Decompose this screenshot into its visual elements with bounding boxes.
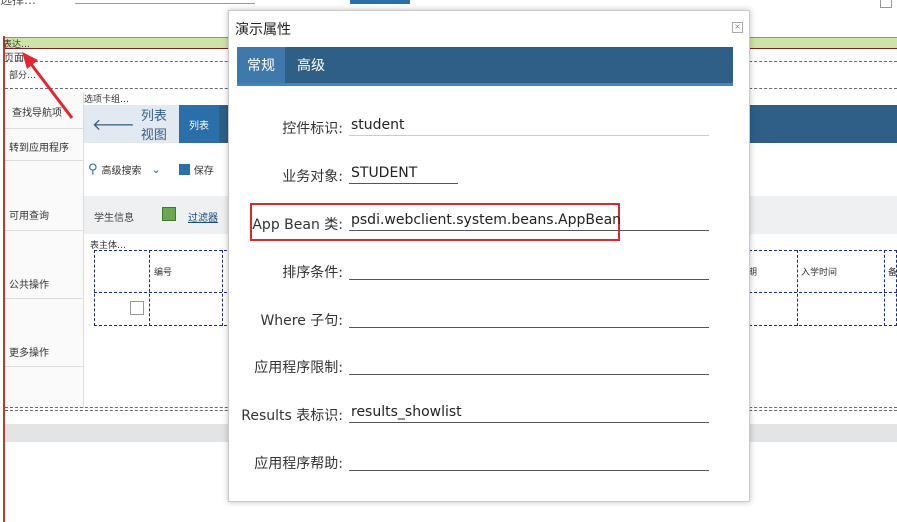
- top-partial-bar: 选择…: [0, 0, 897, 8]
- sidebar-item-label: 转到应用程序: [9, 143, 69, 154]
- save-query-icon[interactable]: [178, 164, 190, 175]
- top-checkbox[interactable]: [880, 0, 892, 8]
- tab-general-label: 常规: [247, 58, 275, 74]
- tab-advanced-label: 高级: [297, 58, 325, 74]
- table-title: 学生信息: [94, 213, 134, 224]
- sidebar-divider: [5, 366, 83, 367]
- control-id-field[interactable]: student: [349, 116, 709, 136]
- app-help-field[interactable]: [349, 451, 709, 471]
- sidebar-item-more-actions[interactable]: 更多操作: [9, 344, 87, 359]
- tab-list-view[interactable]: 🡐 列表视图: [84, 105, 179, 143]
- top-partial-label: 选择…: [0, 0, 37, 7]
- sidebar-divider: [5, 160, 83, 161]
- sidebar-divider: [5, 128, 83, 129]
- sidebar-item-go-to-app[interactable]: 转到应用程序: [9, 139, 87, 154]
- save-query-button[interactable]: 保存: [194, 162, 214, 177]
- close-icon[interactable]: ×: [732, 22, 743, 33]
- tab-list[interactable]: 列表: [179, 105, 219, 143]
- search-toolbar: ⚲ 高级搜索 ⌄ 保存: [88, 162, 214, 177]
- sidebar-item-label: 更多操作: [9, 348, 49, 359]
- row-select-checkbox[interactable]: [130, 301, 144, 315]
- app-help-label: 应用程序帮助:: [254, 456, 343, 472]
- business-object-field[interactable]: STUDENT: [349, 164, 458, 184]
- tab-advanced[interactable]: 高级: [285, 47, 337, 83]
- dialog-tab-bar: 常规 高级: [237, 47, 733, 86]
- grid-col-line: [149, 250, 150, 326]
- sort-condition-field[interactable]: [349, 260, 709, 280]
- filter-link[interactable]: 过滤器: [188, 209, 218, 224]
- dialog-title: 演示属性: [235, 22, 291, 38]
- where-clause-field[interactable]: [349, 308, 709, 328]
- sidebar-divider: [5, 230, 83, 231]
- where-clause-label: Where 子句:: [260, 313, 343, 329]
- sidebar-item-common-actions[interactable]: 公共操作: [9, 276, 87, 291]
- sidebar-divider: [5, 298, 83, 299]
- results-table-id-label: Results 表标识:: [241, 408, 343, 424]
- sidebar-item-queries[interactable]: 可用查询: [9, 207, 87, 222]
- search-icon[interactable]: ⚲: [88, 162, 98, 177]
- back-arrow-icon[interactable]: 🡐: [92, 114, 135, 134]
- app-bean-class-label: App Bean 类:: [252, 217, 343, 233]
- tab-group-label[interactable]: 选项卡组…: [84, 92, 129, 105]
- sidebar-item-label: 公共操作: [9, 280, 49, 291]
- advanced-search-button[interactable]: 高级搜索: [102, 162, 142, 177]
- filter-icon[interactable]: [162, 207, 176, 221]
- grid-col-line: [222, 250, 223, 326]
- grid-col-line: [797, 250, 798, 326]
- top-input-underline: [75, 3, 255, 4]
- results-table-id-field[interactable]: results_showlist: [349, 403, 709, 423]
- business-object-label: 业务对象:: [282, 169, 343, 185]
- app-restriction-field[interactable]: [349, 355, 709, 375]
- column-header[interactable]: 编号: [154, 265, 172, 278]
- tab-list-view-label: 列表视图: [140, 109, 167, 143]
- grid-col-line: [884, 250, 885, 326]
- presentation-properties-dialog: 演示属性 × 常规 高级 控件标识: student 业务对象: STUDENT…: [228, 10, 750, 502]
- app-bean-class-field[interactable]: psdi.webclient.system.beans.AppBean: [349, 211, 709, 231]
- tab-general[interactable]: 常规: [237, 47, 285, 83]
- column-header[interactable]: 入学时间: [801, 265, 837, 278]
- annotation-arrow-icon: [22, 52, 74, 119]
- control-id-label: 控件标识:: [282, 121, 343, 137]
- sort-condition-label: 排序条件:: [282, 265, 343, 281]
- column-header[interactable]: 备: [888, 265, 897, 278]
- sidebar-item-label: 可用查询: [9, 211, 49, 222]
- chevron-down-icon[interactable]: ⌄: [152, 163, 161, 176]
- app-restriction-label: 应用程序限制:: [254, 360, 343, 376]
- top-blue-chip: [350, 0, 410, 4]
- tab-list-label: 列表: [189, 120, 209, 132]
